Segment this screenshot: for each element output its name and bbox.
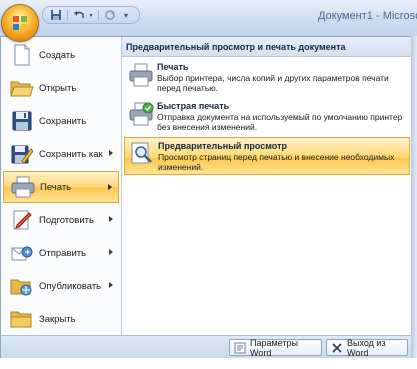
menu-item-new[interactable]: Создать [3,39,119,71]
submenu-item-description: Отправка документа на используемый по ум… [157,112,403,132]
menu-item-prepare[interactable]: Подготовить [3,204,119,236]
menu-item-label: Сохранить [39,115,87,127]
submenu-item-title: Быстрая печать [157,101,230,111]
word-options-button[interactable]: Параметры Word [229,337,322,358]
qat-separator [67,10,68,20]
office-logo-icon [13,16,27,30]
print-icon [128,62,154,88]
undo-icon[interactable] [72,8,86,22]
menu-item-label: Создать [39,49,76,61]
submenu-arrow-icon [109,150,113,156]
exit-word-label: Выход из Word [347,337,386,358]
menu-item-open[interactable]: Открыть [3,72,119,104]
menu-item-label: Подготовить [39,214,94,226]
menu-item-save-as[interactable]: Сохранить как [3,138,119,170]
close-folder-icon [7,306,37,332]
office-button[interactable] [2,5,38,41]
save-as-icon [7,141,37,167]
submenu-arrow-icon [109,216,113,222]
title-bar: ▾ ▾ Документ1 - Microsof [0,0,417,37]
quick-access-toolbar: ▾ ▾ [42,6,140,24]
chevron-down-icon[interactable]: ▾ [88,8,94,22]
submenu-arrow-icon [109,249,113,255]
close-icon [331,342,343,354]
menu-item-label: Печать [40,181,72,193]
submenu-header: Предварительный просмотр и печать докуме… [122,37,412,57]
save-icon[interactable] [49,8,63,22]
print-icon [8,174,38,200]
publish-icon [7,273,37,299]
menu-bottom-bar: Параметры Word Выход из Word [1,335,412,360]
menu-left-column: Создать Открыть Сохранить Сохранить как [1,37,122,335]
submenu-item-print[interactable]: Печать Выбор принтера, числа копий и дру… [124,59,410,97]
window-title: Документ1 - Microsof [318,10,417,22]
menu-item-close[interactable]: Закрыть [3,303,119,335]
submenu-item-description: Просмотр страниц перед печатью и внесени… [158,152,395,172]
options-icon [234,342,246,354]
redo-icon[interactable] [103,8,117,22]
submenu-item-title: Печать [157,62,189,72]
menu-item-label: Закрыть [39,313,76,325]
save-icon [7,108,37,134]
menu-item-publish[interactable]: Опубликовать [3,270,119,302]
submenu-item-quick-print[interactable]: Быстрая печать Отправка документа на исп… [124,98,410,136]
menu-item-label: Опубликовать [39,280,102,292]
window-edge [411,36,417,358]
menu-item-print[interactable]: Печать [3,171,119,203]
bottom-strip [0,358,417,369]
submenu-item-title: Предварительный просмотр [158,141,287,151]
open-folder-icon [7,75,37,101]
customize-qat-icon[interactable]: ▾ [119,8,133,22]
menu-item-save[interactable]: Сохранить [3,105,119,137]
submenu-item-description: Выбор принтера, числа копий и других пар… [157,73,389,93]
quick-print-icon [128,101,154,127]
menu-item-label: Отправить [39,247,87,259]
office-menu: Создать Открыть Сохранить Сохранить как [0,36,413,360]
prepare-icon [7,207,37,233]
submenu-panel: Предварительный просмотр и печать докуме… [122,37,412,335]
word-options-label: Параметры Word [250,337,298,358]
exit-word-button[interactable]: Выход из Word [326,337,408,358]
submenu-arrow-icon [109,282,113,288]
print-preview-icon [129,141,155,167]
menu-item-label: Открыть [39,82,77,94]
submenu-arrow-icon [108,184,112,190]
submenu-item-print-preview[interactable]: Предварительный просмотр Просмотр страни… [124,137,410,175]
menu-item-send[interactable]: Отправить [3,237,119,269]
new-document-icon [7,42,37,68]
send-icon [7,240,37,266]
menu-item-label: Сохранить как [39,148,103,160]
qat-separator [98,10,99,20]
